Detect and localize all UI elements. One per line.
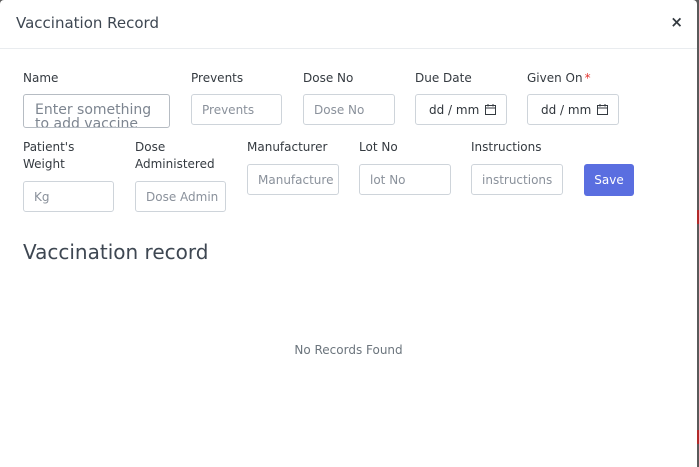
manufacturer-input[interactable]: Manufacture xyxy=(247,164,339,195)
dose-administered-placeholder: Dose Admin xyxy=(146,189,219,204)
patient-weight-label: Patient's Weight xyxy=(23,139,74,173)
vaccination-modal: Vaccination Record × Name Prevents Dose … xyxy=(0,0,697,467)
name-placeholder: Enter something to add vaccine xyxy=(35,102,152,128)
close-icon[interactable]: × xyxy=(670,12,683,32)
due-date-input[interactable]: dd / mm xyxy=(415,94,507,125)
lot-no-placeholder: lot No xyxy=(370,172,406,187)
lot-no-label: Lot No xyxy=(359,140,398,154)
calendar-icon[interactable] xyxy=(597,104,608,115)
manufacturer-label: Manufacturer xyxy=(247,140,328,154)
dose-no-placeholder: Dose No xyxy=(314,102,365,117)
lot-no-input[interactable]: lot No xyxy=(359,164,451,195)
calendar-icon[interactable] xyxy=(485,104,496,115)
name-input[interactable]: Enter something to add vaccine xyxy=(23,94,170,128)
given-on-value: dd / mm xyxy=(541,102,592,117)
instructions-label: Instructions xyxy=(471,140,542,154)
name-label: Name xyxy=(23,71,59,85)
patient-weight-input[interactable]: Kg xyxy=(23,181,114,212)
empty-state-text: No Records Found xyxy=(294,343,403,357)
prevents-input[interactable]: Prevents xyxy=(191,94,282,125)
dose-administered-input[interactable]: Dose Admin xyxy=(135,181,226,212)
dose-no-label: Dose No xyxy=(303,71,354,85)
due-date-label: Due Date xyxy=(415,71,472,85)
dose-no-input[interactable]: Dose No xyxy=(303,94,395,125)
given-on-label: Given On * xyxy=(527,70,591,87)
save-button[interactable]: Save xyxy=(584,164,634,196)
manufacturer-placeholder: Manufacture xyxy=(258,172,334,187)
patient-weight-placeholder: Kg xyxy=(34,189,50,204)
modal-header: Vaccination Record × xyxy=(0,0,697,49)
patient-weight-label-line2: Weight xyxy=(23,157,65,171)
instructions-input[interactable]: instructions xyxy=(471,164,563,195)
prevents-placeholder: Prevents xyxy=(202,102,255,117)
dose-administered-label-line2: Administered xyxy=(135,157,215,171)
instructions-placeholder: instructions xyxy=(482,172,553,187)
dose-administered-label-line1: Dose xyxy=(135,140,166,154)
given-on-input[interactable]: dd / mm xyxy=(527,94,619,125)
prevents-label: Prevents xyxy=(191,71,244,85)
patient-weight-label-line1: Patient's xyxy=(23,140,75,154)
required-mark: * xyxy=(584,71,591,85)
dose-administered-label: Dose Administered xyxy=(135,139,215,173)
given-on-label-text: Given On xyxy=(527,71,583,85)
due-date-value: dd / mm xyxy=(429,102,480,117)
records-title: Vaccination record xyxy=(23,240,209,264)
modal-title: Vaccination Record xyxy=(16,14,159,32)
